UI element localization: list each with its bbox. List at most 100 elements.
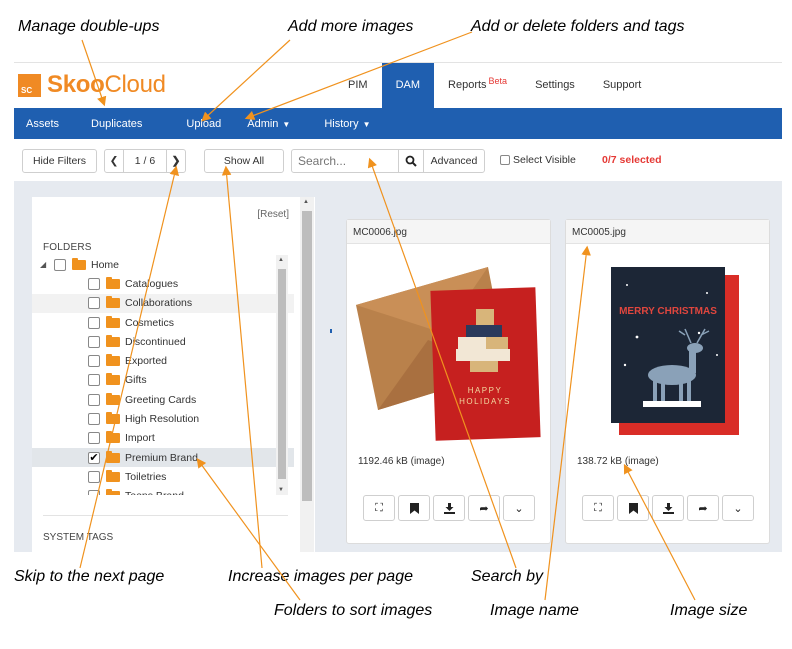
folder-item[interactable]: High Resolution xyxy=(32,409,294,428)
folder-item[interactable]: Import xyxy=(32,429,294,448)
image-card[interactable]: MC0006.jpg HAPPY HOLIDAYS 1192.46 kB (im… xyxy=(346,219,551,544)
folder-checkbox[interactable] xyxy=(88,335,100,348)
folder-tree: ◢ Home Catalogues Collaborations Cosmetics… xyxy=(32,255,294,495)
download-button[interactable] xyxy=(652,495,684,521)
folder-item[interactable]: Cosmetics xyxy=(32,313,294,332)
share-icon: ➦ xyxy=(479,502,489,515)
folder-icon xyxy=(106,469,120,482)
folder-label: Toiletries xyxy=(125,470,167,483)
menu-history[interactable]: History ▼ xyxy=(306,118,386,130)
folder-item[interactable]: Greeting Cards xyxy=(32,390,294,409)
nav-reports[interactable]: Reports Beta xyxy=(434,63,521,108)
share-button[interactable]: ➦ xyxy=(468,495,500,521)
scroll-up-icon[interactable]: ▲ xyxy=(278,257,284,263)
nav-support[interactable]: Support xyxy=(589,63,656,108)
folder-item[interactable]: Catalogues xyxy=(32,274,294,293)
search-input[interactable] xyxy=(291,149,399,173)
annotation-image-size: Image size xyxy=(670,602,748,619)
folder-label: Gifts xyxy=(125,374,147,387)
folder-icon xyxy=(106,276,120,289)
show-all-button[interactable]: Show All xyxy=(204,149,284,173)
annotation-image-name: Image name xyxy=(490,602,579,619)
filter-panel-scrollbar[interactable]: ▲ xyxy=(300,197,314,552)
download-icon xyxy=(662,502,674,514)
folder-item[interactable]: Teens Brand xyxy=(32,487,294,495)
folders-heading: FOLDERS xyxy=(43,242,92,253)
folder-item[interactable]: Exported xyxy=(32,351,294,370)
folder-label: Teens Brand xyxy=(125,490,184,495)
reset-filters-link[interactable]: [Reset] xyxy=(257,209,289,220)
folder-tree-scrollbar[interactable]: ▲ ▼ xyxy=(276,255,288,495)
bookmark-button[interactable] xyxy=(617,495,649,521)
more-button[interactable]: ⌄ xyxy=(503,495,535,521)
annotation-add-delete: Add or delete folders and tags xyxy=(471,18,685,35)
image-thumbnail[interactable]: MERRY CHRISTMAS xyxy=(567,245,768,445)
fullscreen-icon: ⛶ xyxy=(375,501,383,514)
menu-upload[interactable]: Upload xyxy=(158,118,237,130)
folder-item[interactable]: Toiletries xyxy=(32,467,294,486)
annotation-increase-images: Increase images per page xyxy=(228,568,413,585)
more-button[interactable]: ⌄ xyxy=(722,495,754,521)
caret-down-icon: ▼ xyxy=(362,119,371,129)
advanced-search-button[interactable]: Advanced xyxy=(423,149,485,173)
checkbox[interactable] xyxy=(500,155,510,165)
scroll-thumb[interactable] xyxy=(302,211,312,501)
folder-item[interactable]: Collaborations xyxy=(32,293,294,313)
selected-count: 0/7 selected xyxy=(602,154,662,166)
folder-checkbox[interactable] xyxy=(88,413,100,426)
home-label: Home xyxy=(91,258,120,271)
scroll-up-icon[interactable]: ▲ xyxy=(303,199,309,205)
folder-checkbox[interactable] xyxy=(88,490,100,495)
next-page-button[interactable]: ❯ xyxy=(166,149,186,173)
prev-page-button[interactable]: ❮ xyxy=(104,149,124,173)
folder-open-icon xyxy=(72,257,86,270)
resize-marker xyxy=(330,329,332,333)
tree-row-home[interactable]: ◢ Home xyxy=(32,255,294,274)
folder-checkbox[interactable] xyxy=(88,374,100,387)
download-button[interactable] xyxy=(433,495,465,521)
annotation-add-images: Add more images xyxy=(288,18,414,35)
folder-item[interactable]: ✔ Premium Brand xyxy=(32,447,294,468)
folder-checkbox[interactable] xyxy=(88,277,100,290)
bookmark-button[interactable] xyxy=(398,495,430,521)
caret-down-icon: ▼ xyxy=(282,119,291,129)
folder-checkbox[interactable] xyxy=(88,355,100,368)
scroll-thumb[interactable] xyxy=(278,269,286,479)
select-visible-label: Select Visible xyxy=(513,154,576,166)
folder-item[interactable]: Gifts xyxy=(32,371,294,390)
select-visible-checkbox[interactable]: Select Visible xyxy=(500,154,576,166)
folder-checkbox[interactable]: ✔ xyxy=(88,451,100,464)
content-area: [Reset] FOLDERS ◢ Home Catalogues Collabo… xyxy=(14,181,782,552)
folder-label: Greeting Cards xyxy=(125,393,197,406)
menu-assets[interactable]: Assets xyxy=(14,118,75,130)
folder-icon xyxy=(106,431,120,444)
nav-settings[interactable]: Settings xyxy=(521,63,589,108)
folder-icon xyxy=(106,315,120,328)
folder-checkbox[interactable] xyxy=(88,297,100,310)
menu-duplicates[interactable]: Duplicates xyxy=(75,118,158,130)
search-button[interactable] xyxy=(398,149,424,173)
folder-item[interactable]: Discontinued xyxy=(32,332,294,351)
fullscreen-button[interactable]: ⛶ xyxy=(363,495,395,521)
folder-checkbox[interactable] xyxy=(88,432,100,445)
share-button[interactable]: ➦ xyxy=(687,495,719,521)
menu-admin[interactable]: Admin ▼ xyxy=(237,118,306,130)
hide-filters-button[interactable]: Hide Filters xyxy=(22,149,97,173)
scroll-down-icon[interactable]: ▼ xyxy=(278,487,284,493)
home-checkbox[interactable] xyxy=(54,258,66,271)
collapse-icon[interactable]: ◢ xyxy=(40,260,54,269)
nav-pim[interactable]: PIM xyxy=(334,63,382,108)
logo-name-rest: Cloud xyxy=(104,71,166,98)
folder-label: Catalogues xyxy=(125,277,179,290)
folder-checkbox[interactable] xyxy=(88,470,100,483)
image-size: 1192.46 kB (image) xyxy=(358,456,445,467)
divider xyxy=(43,515,288,516)
image-thumbnail[interactable]: HAPPY HOLIDAYS xyxy=(348,245,549,445)
nav-dam[interactable]: DAM xyxy=(381,63,435,108)
folder-checkbox[interactable] xyxy=(88,393,100,406)
chevron-right-icon: ❯ xyxy=(171,155,181,167)
folder-checkbox[interactable] xyxy=(88,316,100,329)
bookmark-icon xyxy=(628,502,638,514)
fullscreen-button[interactable]: ⛶ xyxy=(582,495,614,521)
image-card[interactable]: MC0005.jpg MERRY CHRISTMAS 138.72 kB (im… xyxy=(565,219,770,544)
